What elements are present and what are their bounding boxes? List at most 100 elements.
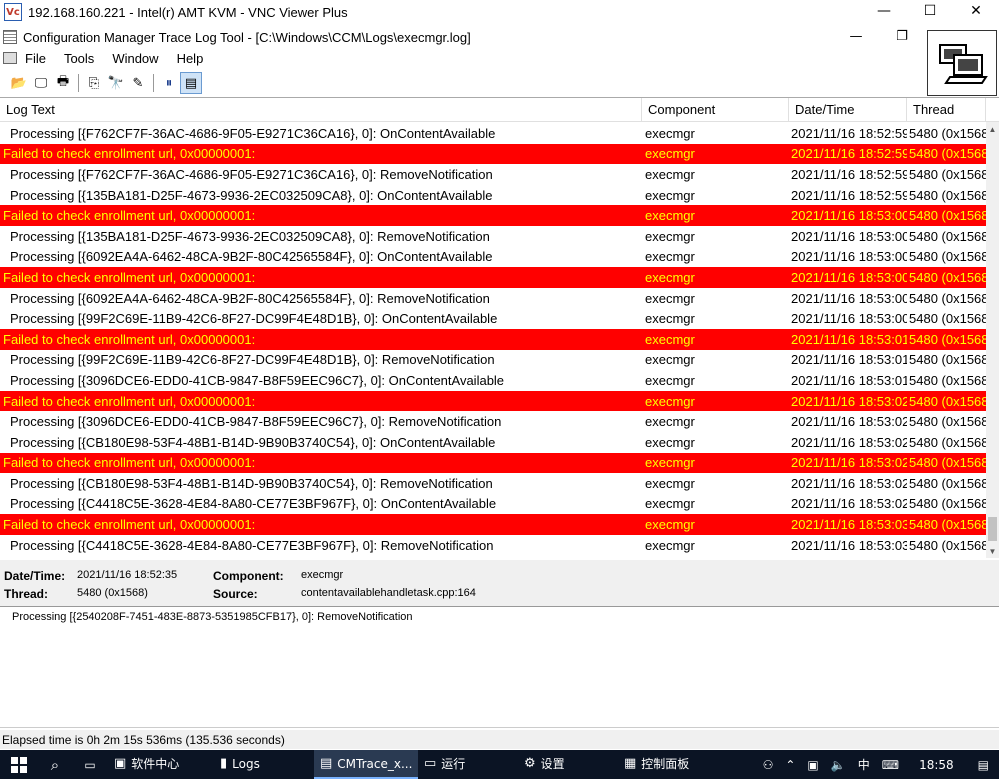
pause-icon[interactable]: ⏸: [158, 72, 180, 94]
component-cell: execmgr: [645, 455, 695, 471]
details-pane-icon[interactable]: ▤: [180, 72, 202, 94]
menu-file[interactable]: File: [17, 51, 56, 66]
taskbar-app-settings[interactable]: ⚙ 设置: [518, 750, 618, 779]
settings-icon: ⚙: [524, 756, 536, 771]
component-cell: execmgr: [645, 187, 695, 203]
chevron-up-icon[interactable]: ⌃: [779, 750, 801, 779]
system-tray: ⚇ ⌃ ▣ 🔈 中 ⌨ 18:58 ▤: [757, 750, 999, 779]
taskbar-app-control-panel[interactable]: ▦ 控制面板: [618, 750, 718, 779]
print-preview-icon[interactable]: 🖵: [30, 72, 52, 94]
menu-tools[interactable]: Tools: [56, 51, 104, 66]
log-row[interactable]: Processing [{135BA181-D25F-4673-9936-2EC…: [0, 226, 986, 247]
log-row-error[interactable]: Failed to check enrollment url, 0x000000…: [0, 267, 986, 288]
copy-icon[interactable]: ⎘: [83, 72, 105, 94]
thread-cell: 5480 (0x1568): [909, 475, 986, 491]
software-center-icon: ▣: [114, 756, 127, 771]
component-cell: execmgr: [645, 166, 695, 182]
notification-icon[interactable]: ▤: [968, 750, 999, 779]
log-text-cell: Processing [{3096DCE6-EDD0-41CB-9847-B8F…: [10, 372, 505, 388]
log-row-error[interactable]: Failed to check enrollment url, 0x000000…: [0, 452, 986, 474]
find-icon[interactable]: 🔭: [105, 72, 127, 94]
log-row[interactable]: Processing [{6092EA4A-6462-48CA-9B2F-80C…: [0, 288, 986, 309]
cmtrace-icon: ▤: [320, 756, 333, 771]
component-cell: execmgr: [645, 146, 695, 162]
print-icon[interactable]: 🖶: [52, 72, 74, 94]
taskbar-app-run[interactable]: ▭ 运行: [418, 750, 518, 779]
column-thread[interactable]: Thread: [907, 98, 986, 122]
network-icon[interactable]: ▣: [801, 750, 824, 779]
component-cell: execmgr: [645, 434, 695, 450]
taskbar-app-software-center[interactable]: ▣ 软件中心: [108, 750, 214, 779]
thread-cell: 5480 (0x1568): [909, 434, 986, 450]
log-row[interactable]: Processing [{F762CF7F-36AC-4686-9F05-E92…: [0, 123, 986, 144]
datetime-cell: 2021/11/16 18:53:00: [791, 228, 907, 244]
search-icon[interactable]: ⌕: [38, 750, 72, 779]
ime-indicator[interactable]: 中: [852, 750, 876, 779]
keyboard-icon[interactable]: ⌨: [876, 750, 905, 779]
people-icon[interactable]: ⚇: [757, 750, 780, 779]
datetime-cell: 2021/11/16 18:53:01: [791, 352, 907, 368]
app-minimize-button[interactable]: —: [833, 26, 879, 46]
app-restore-button[interactable]: ❐: [879, 26, 925, 46]
component-cell: execmgr: [645, 208, 695, 224]
scroll-up-icon[interactable]: ▲: [986, 122, 999, 136]
taskbar-app-label: Logs: [232, 756, 260, 771]
taskbar-app-cmtrace[interactable]: ▤ CMTrace_x...: [314, 750, 418, 779]
scroll-down-icon[interactable]: ▼: [986, 544, 999, 558]
log-row[interactable]: Processing [{6092EA4A-6462-48CA-9B2F-80C…: [0, 247, 986, 268]
log-row[interactable]: Processing [{F762CF7F-36AC-4686-9F05-E92…: [0, 164, 986, 185]
log-row[interactable]: Processing [{C4418C5E-3628-4E84-8A80-CE7…: [0, 535, 986, 556]
log-row-error[interactable]: Failed to check enrollment url, 0x000000…: [0, 143, 986, 165]
message-pane[interactable]: Processing [{2540208F-7451-483E-8873-535…: [0, 606, 999, 728]
log-row[interactable]: Processing [{CB180E98-53F4-48B1-B14D-9B9…: [0, 473, 986, 494]
log-row[interactable]: Processing [{C4418C5E-3628-4E84-8A80-CE7…: [0, 494, 986, 515]
menu-help[interactable]: Help: [169, 51, 214, 66]
cmtrace-app-icon: [3, 30, 17, 44]
windows-start-icon[interactable]: [0, 750, 38, 779]
clock[interactable]: 18:58: [905, 750, 968, 779]
log-text-cell: Failed to check enrollment url, 0x000000…: [3, 146, 256, 162]
log-text-cell: Failed to check enrollment url, 0x000000…: [3, 208, 256, 224]
scroll-thumb[interactable]: [988, 517, 997, 541]
document-menu-icon[interactable]: [3, 52, 17, 64]
taskbar-app-logs-folder[interactable]: ▮ Logs: [214, 750, 314, 779]
vnc-logo-icon: Vc: [4, 3, 22, 21]
source-label: Source:: [213, 587, 258, 601]
log-row[interactable]: Processing [{CB180E98-53F4-48B1-B14D-9B9…: [0, 432, 986, 453]
log-text-cell: Processing [{6092EA4A-6462-48CA-9B2F-80C…: [10, 249, 493, 265]
source-value: contentavailablehandletask.cpp:164: [301, 587, 476, 599]
thread-cell: 5480 (0x1568): [909, 352, 986, 368]
log-row[interactable]: Processing [{3096DCE6-EDD0-41CB-9847-B8F…: [0, 370, 986, 391]
task-view-icon[interactable]: ▭: [72, 750, 108, 779]
log-row[interactable]: Processing [{3096DCE6-EDD0-41CB-9847-B8F…: [0, 411, 986, 432]
highlight-icon[interactable]: ✎: [127, 72, 149, 94]
column-component[interactable]: Component: [642, 98, 789, 122]
volume-icon[interactable]: 🔈: [825, 750, 852, 779]
log-row[interactable]: Processing [{99F2C69E-11B9-42C6-8F27-DC9…: [0, 308, 986, 329]
component-cell: execmgr: [645, 475, 695, 491]
log-row[interactable]: Processing [{135BA181-D25F-4673-9936-2EC…: [0, 185, 986, 206]
log-row-error[interactable]: Failed to check enrollment url, 0x000000…: [0, 390, 986, 412]
log-row[interactable]: Processing [{99F2C69E-11B9-42C6-8F27-DC9…: [0, 350, 986, 371]
vnc-maximize-button[interactable]: ☐: [907, 0, 953, 22]
column-datetime[interactable]: Date/Time: [789, 98, 907, 122]
log-text-cell: Failed to check enrollment url, 0x000000…: [3, 393, 256, 409]
vnc-minimize-button[interactable]: —: [861, 0, 907, 22]
datetime-cell: 2021/11/16 18:53:00: [791, 208, 907, 224]
column-log-text[interactable]: Log Text: [0, 98, 642, 122]
menu-window[interactable]: Window: [104, 51, 168, 66]
log-rows: Processing [{F762CF7F-36AC-4686-9F05-E92…: [0, 123, 986, 555]
vnc-close-button[interactable]: ✕: [953, 0, 999, 22]
datetime-cell: 2021/11/16 18:52:59: [791, 146, 907, 162]
open-icon[interactable]: 📂: [8, 72, 30, 94]
elapsed-time-text: Elapsed time is 0h 2m 15s 536ms (135.536…: [2, 732, 285, 747]
log-row-error[interactable]: Failed to check enrollment url, 0x000000…: [0, 328, 986, 350]
log-row-error[interactable]: Failed to check enrollment url, 0x000000…: [0, 514, 986, 535]
log-row-error[interactable]: Failed to check enrollment url, 0x000000…: [0, 205, 986, 226]
thread-cell: 5480 (0x1568): [909, 125, 986, 141]
thread-cell: 5480 (0x1568): [909, 208, 986, 224]
vnc-connection-icon[interactable]: [927, 30, 997, 96]
grid-vertical-scrollbar[interactable]: ▲ ▼: [986, 122, 999, 558]
thread-cell: 5480 (0x1568): [909, 269, 986, 285]
datetime-cell: 2021/11/16 18:53:00: [791, 269, 907, 285]
